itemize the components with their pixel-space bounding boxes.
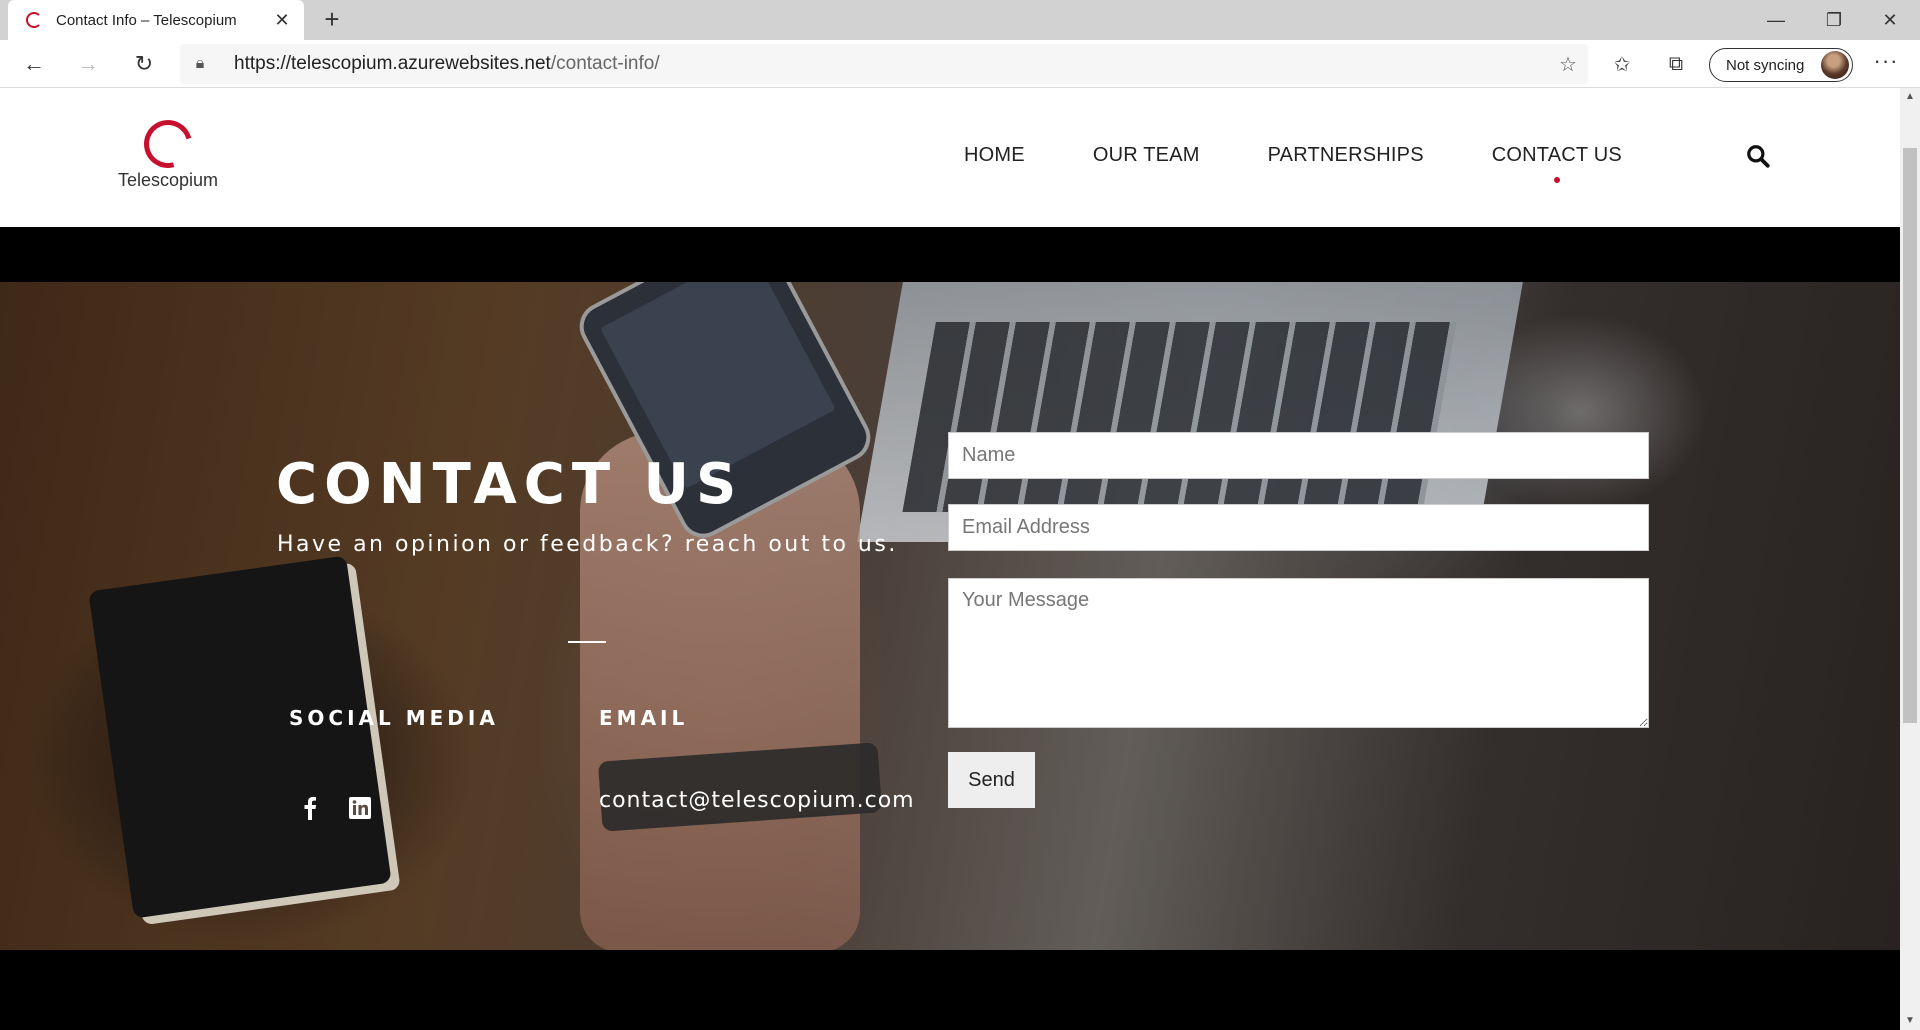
nav-item-our-team[interactable]: OUR TEAM xyxy=(1093,144,1200,167)
site-header: Telescopium HOME OUR TEAM PARTNERSHIPS C… xyxy=(0,88,1900,227)
browser-tab[interactable]: Contact Info – Telescopium ✕ xyxy=(8,0,304,40)
main-nav: HOME OUR TEAM PARTNERSHIPS CONTACT US xyxy=(930,144,1656,167)
favorite-star-icon[interactable]: ☆ xyxy=(1548,52,1588,77)
nav-item-partnerships[interactable]: PARTNERSHIPS xyxy=(1268,144,1424,167)
scroll-down-arrow-icon[interactable]: ▼ xyxy=(1900,1012,1920,1030)
collections-icon[interactable]: ⧉ xyxy=(1658,46,1694,82)
close-window-button[interactable]: ✕ xyxy=(1862,0,1918,40)
divider xyxy=(568,641,606,643)
nav-item-home[interactable]: HOME xyxy=(964,144,1025,167)
site-logo[interactable]: Telescopium xyxy=(118,111,219,191)
refresh-button[interactable]: ↻ xyxy=(126,46,162,82)
scroll-up-arrow-icon[interactable]: ▲ xyxy=(1900,88,1920,106)
message-field[interactable] xyxy=(948,578,1649,728)
close-tab-icon[interactable]: ✕ xyxy=(272,10,292,31)
browser-tab-bar: Contact Info – Telescopium ✕ + — ❐ ✕ xyxy=(0,0,1920,40)
name-field[interactable] xyxy=(948,432,1649,479)
lock-icon[interactable]: 🔒︎ xyxy=(180,55,220,73)
page-subtitle: Have an opinion or feedback? reach out t… xyxy=(277,532,898,557)
restore-button[interactable]: ❐ xyxy=(1806,0,1862,40)
favorites-icon[interactable]: ✩ xyxy=(1604,46,1640,82)
new-tab-button[interactable]: + xyxy=(316,4,348,36)
url-host: https://telescopium.azurewebsites.net xyxy=(234,53,551,74)
back-button[interactable]: ← xyxy=(16,46,52,82)
linkedin-icon[interactable] xyxy=(348,796,372,820)
tab-title: Contact Info – Telescopium xyxy=(56,11,237,29)
send-button[interactable]: Send xyxy=(948,752,1035,808)
nav-item-contact-us[interactable]: CONTACT US xyxy=(1492,144,1622,167)
social-links xyxy=(298,796,372,820)
page-scrollbar[interactable]: ▲ ▼ xyxy=(1900,88,1920,1030)
logo-text: Telescopium xyxy=(118,170,219,190)
contact-email[interactable]: contact@telescopium.com xyxy=(599,788,915,813)
sync-label: Not syncing xyxy=(1726,56,1805,74)
address-bar[interactable]: 🔒︎ https://telescopium.azurewebsites.net… xyxy=(180,44,1588,84)
hero-content: CONTACT US Have an opinion or feedback? … xyxy=(0,282,1900,950)
forward-button[interactable]: → xyxy=(70,46,106,82)
more-menu-icon[interactable]: ··· xyxy=(1868,46,1904,82)
scroll-thumb[interactable] xyxy=(1903,148,1917,723)
logo-ring-icon xyxy=(135,111,201,177)
avatar xyxy=(1821,51,1849,79)
email-heading: EMAIL xyxy=(599,706,689,730)
email-field[interactable] xyxy=(948,504,1649,551)
facebook-icon[interactable] xyxy=(298,796,322,820)
url-path: /contact-info/ xyxy=(550,53,660,74)
search-icon[interactable] xyxy=(1745,143,1771,169)
profile-sync-button[interactable]: Not syncing xyxy=(1709,48,1853,82)
browser-toolbar: ← → ↻ 🔒︎ https://telescopium.azurewebsit… xyxy=(0,40,1920,88)
social-media-heading: SOCIAL MEDIA xyxy=(289,706,499,730)
favicon-icon xyxy=(26,12,42,28)
url-text[interactable]: https://telescopium.azurewebsites.net/co… xyxy=(220,53,1548,75)
contact-hero: CONTACT US Have an opinion or feedback? … xyxy=(0,282,1900,950)
minimize-button[interactable]: — xyxy=(1748,0,1804,40)
page-title: CONTACT US xyxy=(276,452,744,517)
